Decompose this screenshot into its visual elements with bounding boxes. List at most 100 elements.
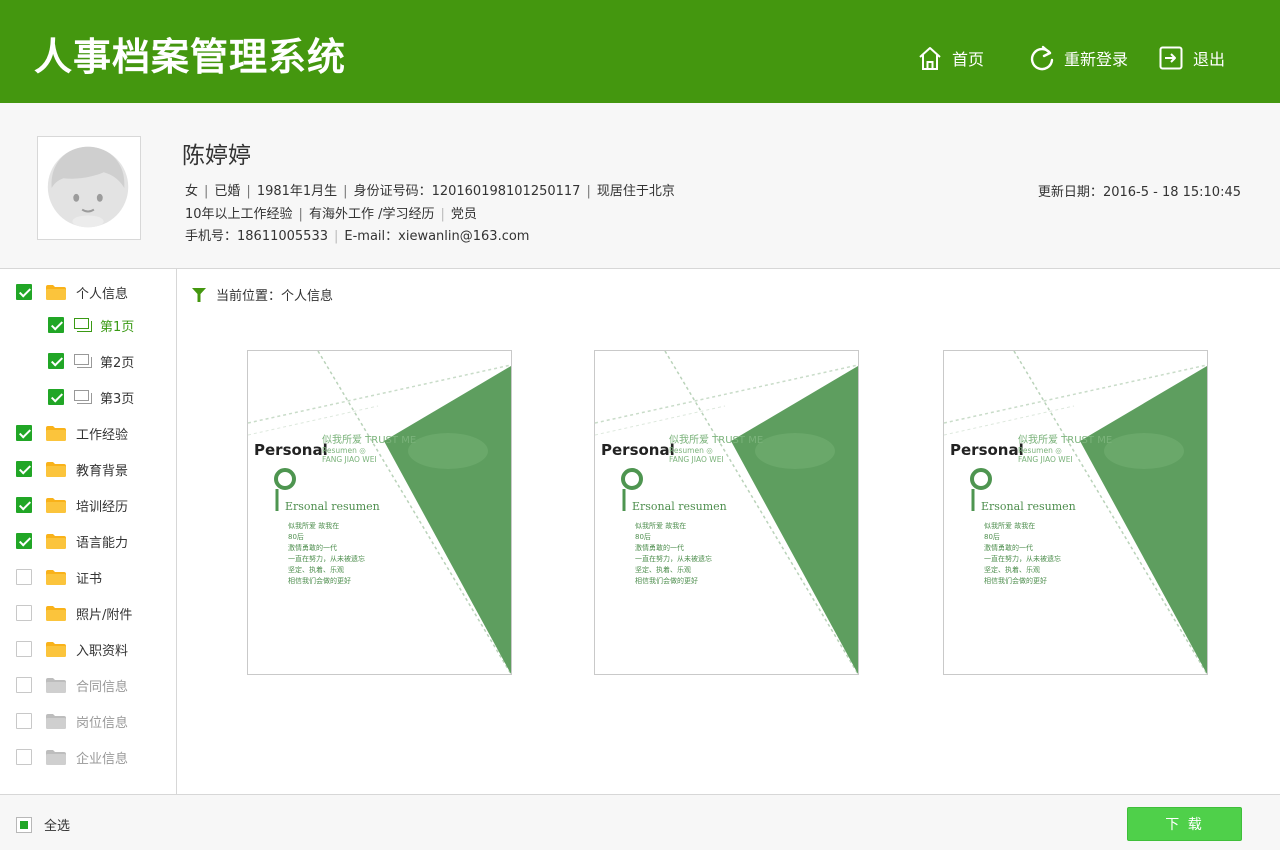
contact-info-line: 手机号：18611005533 | E-mail：xiewanlin@163.com xyxy=(185,229,530,244)
tree-item-label: 入职资料 xyxy=(76,643,129,659)
app-title: 人事档案管理系统 xyxy=(34,35,347,79)
update-date: 更新日期：2016-5 - 18 15:10:45 xyxy=(1038,181,1241,200)
thumb-subtitle: Resumen ◎ FANG JIAO WEI xyxy=(322,446,377,464)
footer-bar: 全选 下 载 xyxy=(0,794,1280,850)
checkbox[interactable] xyxy=(48,389,64,405)
logout-icon xyxy=(1159,46,1183,70)
refresh-icon xyxy=(1030,45,1054,71)
folder-icon xyxy=(46,605,66,621)
tree-item-label: 个人信息 xyxy=(76,286,129,302)
checkbox[interactable] xyxy=(48,317,64,333)
tree-item-page-2[interactable]: 第2页 xyxy=(48,351,134,371)
resume-page-thumbnail-1[interactable]: Personal 似我所爱 TRUST ME Resumen ◎ FANG JI… xyxy=(247,350,512,675)
checkbox[interactable] xyxy=(16,677,32,693)
resume-page-thumbnail-2[interactable]: Personal 似我所爱 TRUST ME Resumen ◎ FANG JI… xyxy=(594,350,859,675)
tree-item-training[interactable]: 培训经历 xyxy=(16,495,128,515)
tree-item-label: 合同信息 xyxy=(76,679,129,695)
resume-page-thumbnail-3[interactable]: Personal 似我所爱 TRUST ME Resumen ◎ FANG JI… xyxy=(943,350,1208,675)
tree-item-work-experience[interactable]: 工作经验 xyxy=(16,423,128,443)
logout-nav-label: 退出 xyxy=(1193,50,1226,69)
residence: 现居住于北京 xyxy=(596,184,675,199)
phone-number: 18611005533 xyxy=(237,229,328,244)
tree-item-label: 第1页 xyxy=(100,319,135,335)
thumb-body: 似我所爱 故我在 80后 激情勇敢的一代 一直在努力，从未被遗忘 坚定、执着、乐… xyxy=(984,522,1061,585)
checkbox[interactable] xyxy=(16,816,32,833)
email-label: E-mail： xyxy=(344,229,399,244)
select-all-label: 全选 xyxy=(44,819,71,834)
thumb-heading: Ersonal resumen xyxy=(632,500,727,513)
home-icon xyxy=(919,47,941,70)
thumb-subtitle: Resumen ◎ FANG JIAO WEI xyxy=(669,446,724,464)
breadcrumb: 当前位置：个人信息 xyxy=(192,285,333,304)
tree-item-page-1[interactable]: 第1页 xyxy=(48,315,134,335)
checkbox[interactable] xyxy=(16,284,32,300)
checkbox[interactable] xyxy=(48,353,64,369)
party-membership: 党员 xyxy=(450,207,477,222)
checkbox[interactable] xyxy=(16,497,32,513)
tree-item-label: 工作经验 xyxy=(76,427,129,443)
folder-icon xyxy=(46,284,66,300)
folder-icon xyxy=(46,425,66,441)
checkbox[interactable] xyxy=(16,425,32,441)
thumb-tagline: 似我所爱 TRUST ME xyxy=(1018,435,1113,446)
checkbox[interactable] xyxy=(16,713,32,729)
tree-item-certificates[interactable]: 证书 xyxy=(16,567,102,587)
thumb-title: Personal xyxy=(254,441,328,459)
checkbox[interactable] xyxy=(16,749,32,765)
category-sidebar: 个人信息 第1页 第2页 第3页 工作经验 教育背景 培训经历 语言能力 证书 xyxy=(0,269,177,795)
checkbox[interactable] xyxy=(16,569,32,585)
thumb-body: 似我所爱 故我在 80后 激情勇敢的一代 一直在努力，从未被遗忘 坚定、执着、乐… xyxy=(635,522,712,585)
checkbox[interactable] xyxy=(16,641,32,657)
tree-item-label: 证书 xyxy=(76,571,103,587)
checkbox[interactable] xyxy=(16,533,32,549)
folder-icon xyxy=(46,533,66,549)
tree-item-contract[interactable]: 合同信息 xyxy=(16,675,128,695)
tree-item-company[interactable]: 企业信息 xyxy=(16,747,128,767)
employee-name: 陈婷婷 xyxy=(182,143,251,169)
tree-item-label: 岗位信息 xyxy=(76,715,129,731)
thumb-title: Personal xyxy=(950,441,1024,459)
overseas-experience: 有海外工作 /学习经历 xyxy=(308,207,435,222)
thumb-tagline: 似我所爱 TRUST ME xyxy=(669,435,764,446)
tree-item-position[interactable]: 岗位信息 xyxy=(16,711,128,731)
gender: 女 xyxy=(185,184,199,199)
id-number: 120160198101250117 xyxy=(431,184,581,199)
update-date-label: 更新日期： xyxy=(1037,185,1103,200)
folder-icon xyxy=(46,569,66,585)
email-address: xiewanlin@163.com xyxy=(398,229,530,244)
filter-icon xyxy=(192,287,206,302)
folder-disabled-icon xyxy=(46,713,66,729)
tree-item-label: 教育背景 xyxy=(76,463,129,479)
phone-label: 手机号： xyxy=(185,229,238,244)
tree-item-personal-info[interactable]: 个人信息 xyxy=(16,282,128,302)
folder-icon xyxy=(46,497,66,513)
download-button[interactable]: 下 载 xyxy=(1127,807,1242,841)
thumb-subtitle: Resumen ◎ FANG JIAO WEI xyxy=(1018,446,1073,464)
page-icon xyxy=(74,390,92,404)
checkbox[interactable] xyxy=(16,461,32,477)
page-green-icon xyxy=(74,318,92,332)
select-all-checkbox[interactable]: 全选 xyxy=(16,815,70,834)
thumb-heading: Ersonal resumen xyxy=(981,500,1076,513)
tree-item-label: 第3页 xyxy=(100,391,135,407)
app-header: 人事档案管理系统 首页 重新登录 退出 xyxy=(0,0,1280,103)
breadcrumb-text: 当前位置：个人信息 xyxy=(216,289,334,304)
tree-item-education[interactable]: 教育背景 xyxy=(16,459,128,479)
home-nav-button[interactable]: 首页 xyxy=(916,43,984,73)
thumb-heading: Ersonal resumen xyxy=(285,500,380,513)
profile-panel: 陈婷婷 女 | 已婚 | 1981年1月生 | 身份证号码：1201601981012501… xyxy=(0,103,1280,269)
id-label: 身份证号码： xyxy=(353,184,432,199)
marital-status: 已婚 xyxy=(214,184,241,199)
tree-item-attachments[interactable]: 照片/附件 xyxy=(16,603,132,623)
tree-item-page-3[interactable]: 第3页 xyxy=(48,387,134,407)
logout-nav-button[interactable]: 退出 xyxy=(1157,43,1225,73)
checkbox[interactable] xyxy=(16,605,32,621)
update-date-value: 2016-5 - 18 15:10:45 xyxy=(1102,185,1241,200)
avatar xyxy=(37,136,141,240)
relogin-nav-button[interactable]: 重新登录 xyxy=(1028,43,1128,73)
tree-item-language[interactable]: 语言能力 xyxy=(16,531,128,551)
tree-item-label: 培训经历 xyxy=(76,499,129,515)
tree-item-onboarding[interactable]: 入职资料 xyxy=(16,639,128,659)
basic-info-line: 女 | 已婚 | 1981年1月生 | 身份证号码：120160198101250117 | 现… xyxy=(185,184,675,199)
experience-info-line: 10年以上工作经验 | 有海外工作 /学习经历 | 党员 xyxy=(185,207,477,222)
